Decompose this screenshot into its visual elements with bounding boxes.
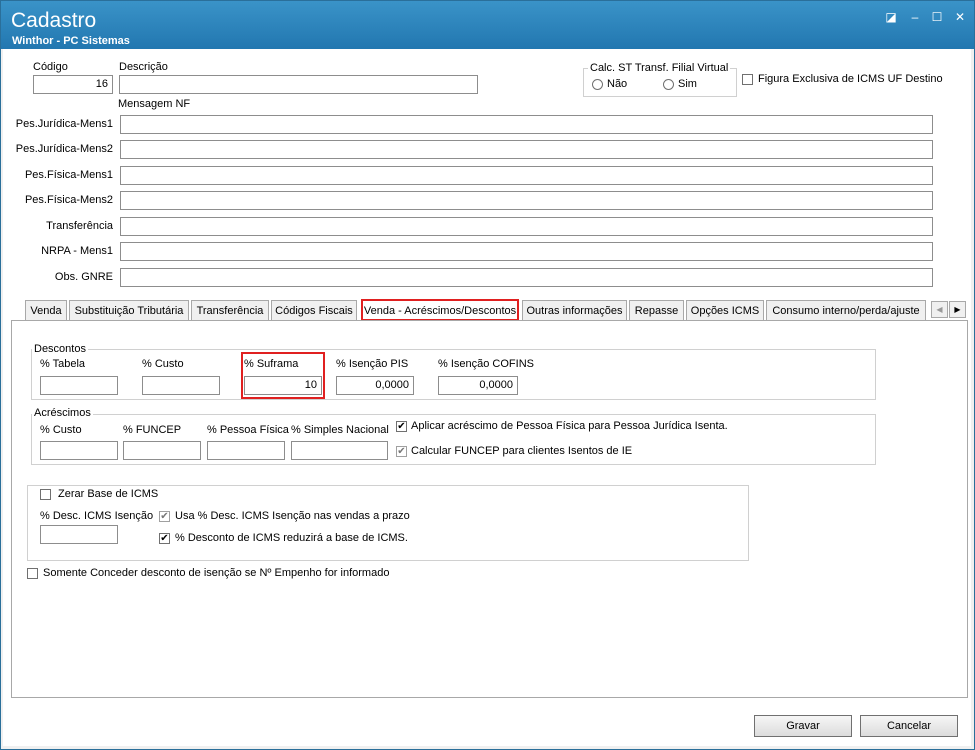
acrescimo-funcep-label: % FUNCEP [123,424,182,436]
isencao-cofins-label: % Isenção COFINS [438,358,534,370]
descricao-label: Descrição [119,61,168,73]
usa-desc-icms-checkbox[interactable]: ✔ [159,511,170,522]
radio-nao-label: Não [607,78,628,90]
calc-st-title: Calc. ST Transf. Filial Virtual [588,62,731,74]
somente-conceder-label: Somente Conceder desconto de isenção se … [43,567,390,579]
acrescimos-title: Acréscimos [32,407,93,419]
desconto-suframa-label: % Suframa [244,358,299,370]
tab-venda[interactable]: Venda [25,300,67,321]
desconto-custo-input[interactable] [142,376,220,395]
acrescimo-simples-nacional-label: % Simples Nacional [291,424,389,436]
msg-input-pf2[interactable] [120,191,933,210]
desconto-custo-label: % Custo [142,358,184,370]
msg-input-pj1[interactable] [120,115,933,134]
desconto-tabela-label: % Tabela [40,358,86,370]
msg-label-nrpa: NRPA - Mens1 [41,245,113,257]
tab-repasse[interactable]: Repasse [629,300,684,321]
maximize-icon[interactable]: ☐ [929,9,945,25]
radio-sim-label: Sim [678,78,697,90]
msg-input-transferencia[interactable] [120,217,933,236]
radio-nao[interactable] [592,79,603,90]
codigo-label: Código [33,61,68,73]
desconto-reduz-base-checkbox[interactable]: ✔ [159,533,170,544]
tab-scroll-left-icon[interactable]: ◀ [931,301,948,318]
gravar-button[interactable]: Gravar [754,715,852,737]
minimize-icon[interactable]: – [907,9,923,25]
radio-sim[interactable] [663,79,674,90]
descontos-title: Descontos [32,343,88,355]
close-icon[interactable]: ✕ [952,9,968,25]
descricao-input[interactable] [119,75,478,94]
acrescimo-funcep-input[interactable] [123,441,201,460]
msg-input-nrpa[interactable] [120,242,933,261]
tab-outras-informacoes[interactable]: Outras informações [522,300,627,321]
usa-desc-icms-label: Usa % Desc. ICMS Isenção nas vendas a pr… [175,510,410,522]
window-subtitle: Winthor - PC Sistemas [12,35,130,47]
msg-label-pj1: Pes.Jurídica-Mens1 [15,118,113,130]
acrescimo-simples-nacional-input[interactable] [291,441,388,460]
msg-label-pf2: Pes.Física-Mens2 [24,194,113,206]
msg-label-pf1: Pes.Física-Mens1 [24,169,113,181]
tab-scroll-right-icon[interactable]: ▶ [949,301,966,318]
msg-input-pj2[interactable] [120,140,933,159]
msg-input-pf1[interactable] [120,166,933,185]
isencao-pis-label: % Isenção PIS [336,358,409,370]
figura-exclusiva-label: Figura Exclusiva de ICMS UF Destino [758,73,943,85]
tab-transferencia[interactable]: Transferência [191,300,269,321]
restore-icon[interactable]: ◪ [883,9,899,25]
figura-exclusiva-checkbox[interactable] [742,74,753,85]
tab-codigos-fiscais[interactable]: Códigos Fiscais [271,300,357,321]
isencao-pis-input[interactable]: 0,0000 [336,376,414,395]
acrescimo-pessoa-fisica-input[interactable] [207,441,285,460]
aplicar-acrescimo-label: Aplicar acréscimo de Pessoa Física para … [411,420,728,432]
acrescimo-custo-label: % Custo [40,424,82,436]
aplicar-acrescimo-checkbox[interactable]: ✔ [396,421,407,432]
tab-consumo-interno[interactable]: Consumo interno/perda/ajuste [766,300,926,321]
msg-label-gnre: Obs. GNRE [54,271,113,283]
desconto-tabela-input[interactable] [40,376,118,395]
tab-opcoes-icms[interactable]: Opções ICMS [686,300,764,321]
desconto-suframa-input[interactable]: 10 [244,376,322,395]
msg-label-transferencia: Transferência [46,220,113,232]
zerar-base-icms-label: Zerar Base de ICMS [56,488,161,500]
title-bar: Cadastro Winthor - PC Sistemas ◪ – ☐ ✕ [1,1,974,49]
acrescimo-pessoa-fisica-label: % Pessoa Física [207,424,289,436]
msg-label-pj2: Pes.Jurídica-Mens2 [15,143,113,155]
somente-conceder-checkbox[interactable] [27,568,38,579]
tab-panel-acrescimos-descontos: Descontos % Tabela % Custo % Suframa 10 … [11,320,968,698]
acrescimo-custo-input[interactable] [40,441,118,460]
cancelar-button[interactable]: Cancelar [860,715,958,737]
window-title: Cadastro [11,9,97,32]
codigo-input[interactable]: 16 [33,75,113,94]
zerar-base-icms-checkbox[interactable] [40,489,51,500]
desconto-reduz-base-label: % Desconto de ICMS reduzirá a base de IC… [175,532,408,544]
desc-icms-isencao-input[interactable] [40,525,118,544]
calcular-funcep-label: Calcular FUNCEP para clientes Isentos de… [411,445,633,457]
mensagem-nf-label: Mensagem NF [118,98,191,110]
msg-input-gnre[interactable] [120,268,933,287]
calcular-funcep-checkbox[interactable]: ✔ [396,446,407,457]
desc-icms-isencao-label: % Desc. ICMS Isenção [40,510,154,522]
isencao-cofins-input[interactable]: 0,0000 [438,376,518,395]
cadastro-window: Cadastro Winthor - PC Sistemas ◪ – ☐ ✕ C… [0,0,975,750]
tab-venda-acrescimos-descontos[interactable]: Venda - Acréscimos/Descontos [361,299,519,321]
tab-substituicao-tributaria[interactable]: Substituição Tributária [69,300,189,321]
